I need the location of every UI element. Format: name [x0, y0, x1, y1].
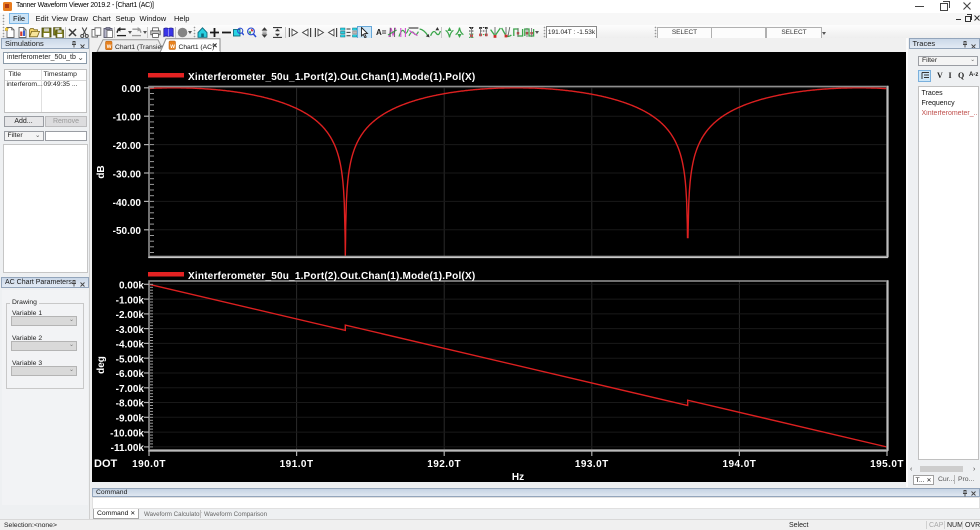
svg-text:Xinterferometer_50u_1.Port(2).: Xinterferometer_50u_1.Port(2).Out.Chan(1… [188, 271, 475, 282]
svg-text:Chart1 (AC): Chart1 (AC) [179, 44, 215, 51]
svg-text:-9.00k: -9.00k [116, 414, 145, 425]
svg-text:0.00k: 0.00k [119, 281, 144, 292]
svg-text:-7.00k: -7.00k [116, 384, 145, 395]
svg-text:194.0T: 194.0T [722, 459, 756, 470]
svg-text:-6.00k: -6.00k [116, 369, 145, 380]
svg-text:-30.00: -30.00 [113, 169, 142, 180]
svg-text:-3.00k: -3.00k [116, 325, 145, 336]
svg-text:A=: A= [376, 28, 387, 37]
svg-text:-20.00: -20.00 [113, 141, 142, 152]
svg-text:Xinterferometer_50u_1.Port(2).: Xinterferometer_50u_1.Port(2).Out.Chan(1… [188, 72, 475, 83]
svg-text:191.0T: 191.0T [280, 459, 314, 470]
svg-text:w: w [106, 44, 112, 50]
svg-text:-10.00: -10.00 [113, 113, 142, 124]
svg-text:DOT: DOT [94, 458, 118, 470]
svg-text:0.00: 0.00 [122, 84, 142, 95]
svg-text:195.0T: 195.0T [870, 459, 904, 470]
svg-text:-2.00k: -2.00k [116, 310, 145, 321]
svg-text:-8.00k: -8.00k [116, 399, 145, 410]
svg-text:-50.00: -50.00 [113, 226, 142, 237]
svg-text:-4.00k: -4.00k [116, 340, 145, 351]
svg-text:deg: deg [96, 356, 107, 374]
svg-text:-11.00k: -11.00k [111, 443, 145, 454]
svg-text:dB: dB [96, 165, 107, 178]
svg-text:-5.00k: -5.00k [116, 354, 145, 365]
svg-text:192.0T: 192.0T [427, 459, 461, 470]
svg-text:-1.00k: -1.00k [116, 295, 145, 306]
svg-text:-40.00: -40.00 [113, 198, 142, 209]
svg-text:-10.00k: -10.00k [110, 428, 144, 439]
svg-text:193.0T: 193.0T [575, 459, 609, 470]
svg-text:Hz: Hz [512, 472, 524, 482]
svg-text:w: w [169, 44, 175, 50]
svg-text:190.0T: 190.0T [132, 459, 166, 470]
